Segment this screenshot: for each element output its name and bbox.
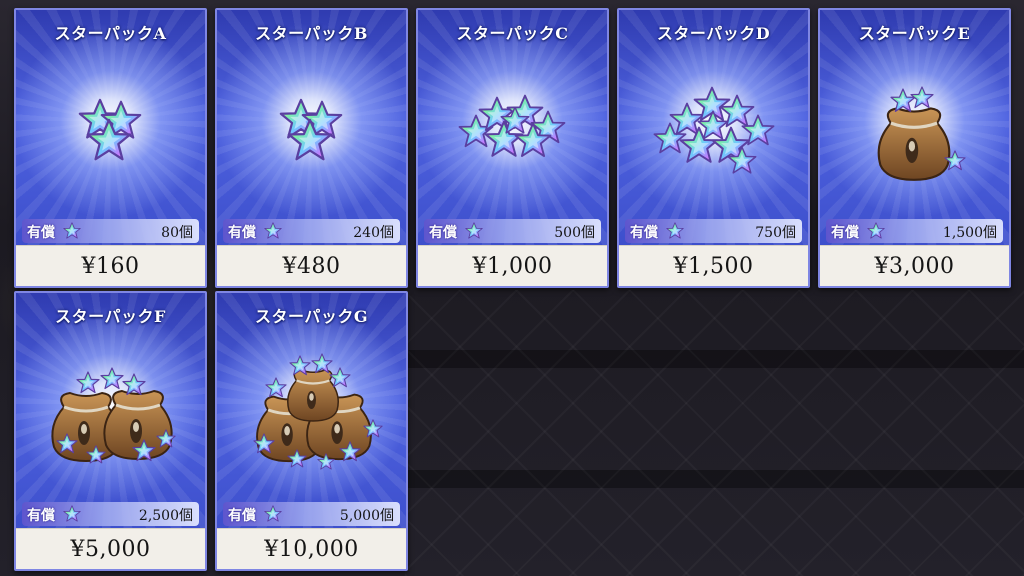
paid-label: 有償 xyxy=(630,225,658,241)
price-label: ¥3,000 xyxy=(874,253,955,279)
star-count: 500個 xyxy=(554,225,595,241)
paid-bar: 有償 2,500個 xyxy=(22,502,199,526)
price-label: ¥1,000 xyxy=(472,253,553,279)
paid-label: 有償 xyxy=(831,225,859,241)
price-label: ¥5,000 xyxy=(70,536,151,562)
star-count: 750個 xyxy=(755,225,796,241)
pack-card-g[interactable]: スターパックG 有償 5,000個 ¥10,000 xyxy=(215,291,408,571)
star-icon xyxy=(63,505,81,522)
star-count: 80個 xyxy=(161,225,193,241)
paid-bar: 有償 80個 xyxy=(22,219,199,243)
price-label: ¥10,000 xyxy=(264,536,359,562)
pack-title: スターパックB xyxy=(255,24,368,43)
price-label: ¥480 xyxy=(282,253,341,279)
star-icon xyxy=(666,222,684,239)
pack-card-c[interactable]: スターパックC 有償 500個 ¥1,000 xyxy=(416,8,609,288)
price-button[interactable]: ¥5,000 xyxy=(16,528,205,569)
pack-card-f[interactable]: スターパックF 有償 2,500個 ¥5,000 xyxy=(14,291,207,571)
star-icon xyxy=(63,222,81,239)
price-button[interactable]: ¥480 xyxy=(217,245,406,286)
pack-artwork xyxy=(418,10,607,246)
star-icon xyxy=(867,222,885,239)
pack-artwork xyxy=(619,10,808,246)
paid-bar: 有償 1,500個 xyxy=(826,219,1003,243)
pack-card-e[interactable]: スターパックE 有償 1,500個 ¥3,000 xyxy=(818,8,1011,288)
price-button[interactable]: ¥160 xyxy=(16,245,205,286)
paid-bar: 有償 5,000個 xyxy=(223,502,400,526)
star-pile-large-icon xyxy=(653,86,775,174)
paid-bar: 有償 240個 xyxy=(223,219,400,243)
background-pattern xyxy=(405,290,1024,576)
star-bag-icon xyxy=(876,86,966,182)
paid-label: 有償 xyxy=(27,508,55,524)
pack-card-b[interactable]: スターパックB 有償 240個 ¥480 xyxy=(215,8,408,288)
pack-title: スターパックD xyxy=(656,24,771,43)
paid-label: 有償 xyxy=(429,225,457,241)
star-icon xyxy=(465,222,483,239)
pack-artwork xyxy=(16,293,205,529)
pack-title: スターパックF xyxy=(55,307,166,326)
pack-card-d[interactable]: スターパックD 有償 750個 ¥1,500 xyxy=(617,8,810,288)
pack-title: スターパックE xyxy=(858,24,971,43)
paid-bar: 有償 500個 xyxy=(424,219,601,243)
star-bags-overflow-icon xyxy=(253,353,383,470)
star-count: 240個 xyxy=(353,225,394,241)
pack-artwork xyxy=(820,10,1009,246)
price-button[interactable]: ¥1,500 xyxy=(619,245,808,286)
price-button[interactable]: ¥3,000 xyxy=(820,245,1009,286)
price-label: ¥160 xyxy=(81,253,140,279)
star-pile-icon xyxy=(458,94,566,157)
star-cluster-small-icon xyxy=(78,98,142,161)
price-label: ¥1,500 xyxy=(673,253,754,279)
star-cluster-small-icon xyxy=(279,98,343,161)
star-bags-icon xyxy=(50,367,176,464)
pack-artwork xyxy=(217,10,406,246)
paid-label: 有償 xyxy=(228,225,256,241)
paid-label: 有償 xyxy=(27,225,55,241)
star-icon xyxy=(264,222,282,239)
pack-title: スターパックA xyxy=(54,24,167,43)
star-count: 2,500個 xyxy=(138,508,193,524)
star-count: 1,500個 xyxy=(942,225,997,241)
pack-artwork xyxy=(16,10,205,246)
pack-title: スターパックG xyxy=(254,307,368,326)
price-button[interactable]: ¥10,000 xyxy=(217,528,406,569)
paid-bar: 有償 750個 xyxy=(625,219,802,243)
pack-title: スターパックC xyxy=(456,24,569,43)
paid-label: 有償 xyxy=(228,508,256,524)
star-count: 5,000個 xyxy=(339,508,394,524)
star-icon xyxy=(264,505,282,522)
pack-card-a[interactable]: スターパックA 有償 80個 ¥160 xyxy=(14,8,207,288)
pack-artwork xyxy=(217,293,406,529)
price-button[interactable]: ¥1,000 xyxy=(418,245,607,286)
